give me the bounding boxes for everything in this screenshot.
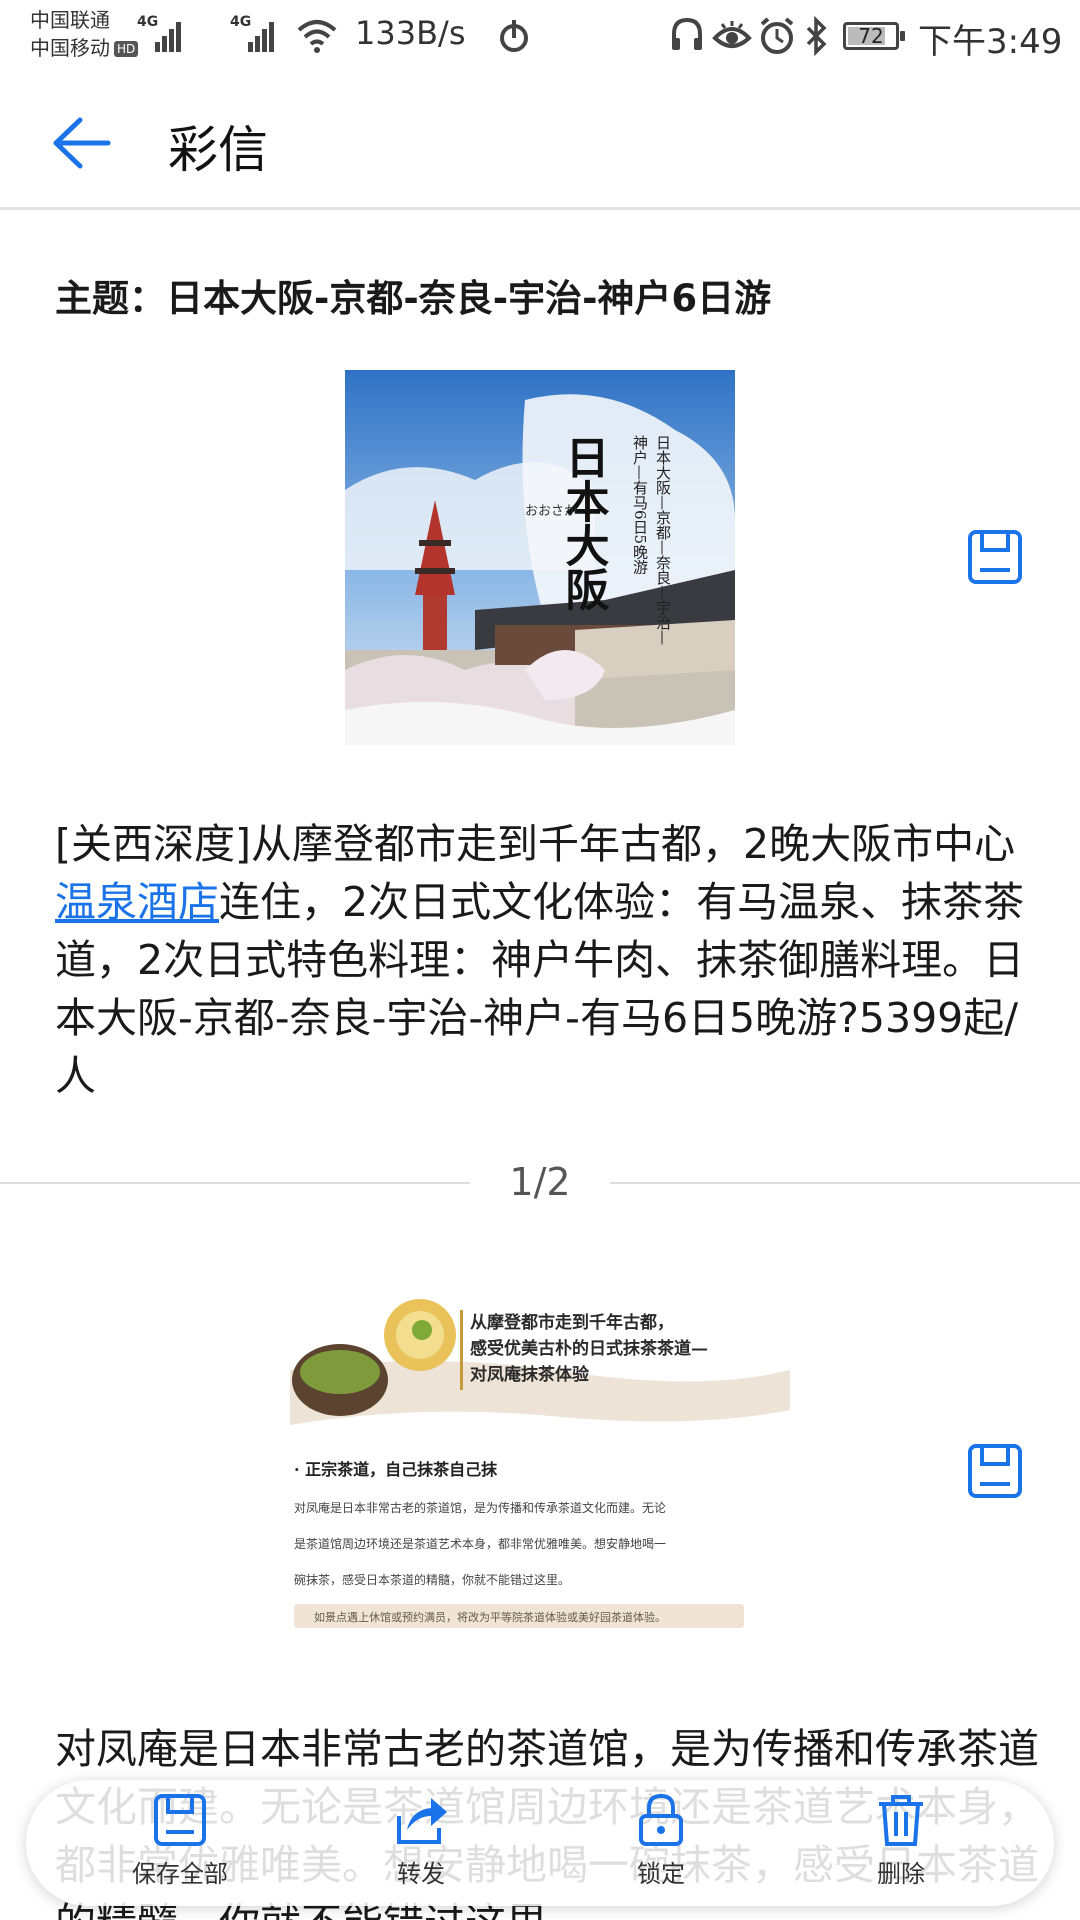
message-text-1: [关西深度]从摩登都市走到千年古都，2晚大阪市中心温泉酒店连住，2次日式文化体验… (55, 815, 1040, 1105)
wifi-icon (297, 20, 337, 53)
image-1-signature: おおさか (525, 504, 577, 519)
image-2-bullet: · 正宗茶道，自己抹茶自己抹 (294, 1460, 498, 1479)
image-2-para-3: 碗抹茶，感受日本茶道的精髓，你就不能错过这里。 (294, 1572, 570, 1587)
signal-2-label: 4G (230, 14, 252, 30)
carrier-info: 中国联通 中国移动 HD (30, 6, 139, 62)
image-2-para-1: 对凤庵是日本非常古老的茶道馆，是为传播和传承茶道文化而建。无论 (294, 1500, 666, 1515)
nfc-icon (500, 20, 528, 52)
save-all-label: 保存全部 (132, 1860, 228, 1888)
signal-2-icon: 4G (230, 14, 280, 60)
image-2-heading-1: 从摩登都市走到千年古都， (470, 1312, 674, 1333)
bottom-action-bar: 保存全部 转发 锁定 删除 (26, 1780, 1054, 1906)
hd-badge: HD (114, 41, 139, 57)
net-speed: 133B/s (355, 14, 466, 52)
image-1-subtitle-2: 日本大阪—京都—奈良—宇治— (654, 435, 672, 645)
page-title: 彩信 (168, 121, 268, 179)
divider-left (0, 1182, 470, 1184)
trash-icon (879, 1795, 923, 1846)
delete-label: 删除 (877, 1860, 925, 1888)
mms-image-1[interactable]: 日本大阪 神户—有马6日5晚游 日本大阪—京都—奈良—宇治— おおさか (345, 370, 735, 745)
message-subject: 主题：日本大阪-京都-奈良-宇治-神户6日游 (55, 277, 772, 320)
lock-button[interactable]: 锁定 (571, 1786, 751, 1900)
status-bar: 中国联通 中国移动 HD 4G 4G 133B/s 72 下午3:49 (0, 0, 1080, 76)
divider-right (610, 1182, 1080, 1184)
carrier-2: 中国移动 (30, 36, 110, 60)
signal-1-icon: 4G (137, 14, 187, 60)
image-2-heading-3: 对凤庵抹茶体验 (470, 1364, 590, 1385)
lock-label: 锁定 (637, 1860, 685, 1888)
headset-icon (672, 17, 702, 50)
image-2-para-2: 是茶道馆周边环境还是茶道艺术本身，都非常优雅唯美。想安静地喝一 (294, 1536, 666, 1551)
image-2-heading-2: 感受优美古朴的日式抹茶茶道— (470, 1338, 708, 1359)
message-text-1-start: [关西深度]从摩登都市走到千年古都，2晚大阪市中心 (55, 820, 1016, 868)
delete-button[interactable]: 删除 (811, 1786, 991, 1900)
forward-label: 转发 (397, 1860, 445, 1888)
save-all-icon (154, 1794, 206, 1846)
forward-button[interactable]: 转发 (331, 1786, 511, 1900)
app-bar: 彩信 (0, 76, 1080, 210)
bluetooth-icon (806, 16, 827, 56)
alarm-icon (760, 17, 794, 54)
forward-icon (397, 1798, 447, 1844)
eye-comfort-icon (712, 21, 752, 48)
status-time: 下午3:49 (918, 22, 1063, 62)
back-arrow-icon[interactable] (50, 112, 112, 174)
save-image-2-icon[interactable] (966, 1442, 1024, 1500)
battery-icon: 72 (843, 22, 905, 50)
carrier-1: 中国联通 (30, 8, 110, 32)
image-1-title: 日本大阪 (558, 435, 610, 611)
hotel-link[interactable]: 温泉酒店 (55, 878, 219, 926)
image-1-subtitle-1: 神户—有马6日5晚游 (631, 435, 649, 575)
signal-1-label: 4G (137, 14, 159, 30)
image-2-note: 如景点遇上休馆或预约满员，将改为平等院茶道体验或美好园茶道体验。 (314, 1610, 666, 1624)
lock-icon (639, 1793, 683, 1846)
page-indicator: 1/2 (509, 1160, 571, 1204)
svg-text:日本大阪: 日本大阪 (558, 435, 610, 611)
save-image-1-icon[interactable] (966, 528, 1024, 586)
mms-image-2[interactable]: 从摩登都市走到千年古都， 感受优美古朴的日式抹茶茶道— 对凤庵抹茶体验 · 正宗… (290, 1290, 790, 1640)
save-all-button[interactable]: 保存全部 (90, 1786, 270, 1900)
battery-level: 72 (858, 24, 884, 48)
